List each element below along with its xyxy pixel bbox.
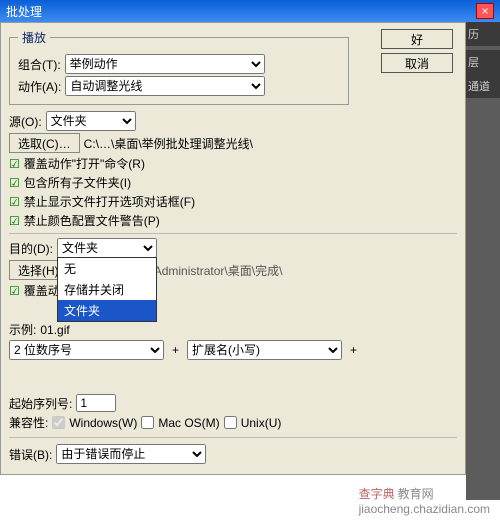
compat-win-checkbox [52, 416, 65, 429]
set-label: 组合(T): [18, 56, 61, 73]
checkbox-icon[interactable]: ☑ [9, 195, 20, 209]
naming-seq-select[interactable]: 2 位数序号 [9, 340, 164, 360]
plus-icon: + [346, 343, 361, 357]
compat-unix-checkbox[interactable] [224, 416, 237, 429]
compat-unix-label[interactable]: Unix(U) [241, 416, 282, 430]
error-label: 错误(B): [9, 446, 52, 463]
plus-icon: + [168, 343, 183, 357]
dest-menu: 无 存储并关闭 文件夹 [57, 257, 157, 322]
example-label: 示例: [9, 321, 36, 338]
dest-label: 目的(D): [9, 240, 53, 257]
right-palette: 历 层 通道 [466, 22, 500, 500]
start-input[interactable] [76, 394, 116, 412]
close-icon[interactable]: × [476, 3, 494, 19]
compat-mac-checkbox[interactable] [141, 416, 154, 429]
dest-menu-save[interactable]: 存储并关闭 [58, 279, 156, 300]
choose-source-button[interactable]: 选取(C)… [9, 133, 80, 153]
tab-layers[interactable]: 层 [466, 50, 500, 74]
checkbox-icon[interactable]: ☑ [9, 176, 20, 190]
naming-ext-select[interactable]: 扩展名(小写) [187, 340, 342, 360]
action-select[interactable]: 自动调整光线 [65, 76, 265, 96]
playback-legend: 播放 [18, 29, 50, 46]
cancel-button[interactable]: 取消 [381, 53, 453, 73]
checkbox-icon[interactable]: ☑ [9, 284, 20, 298]
source-label: 源(O): [9, 113, 42, 130]
example-value: 01.gif [40, 323, 69, 337]
checkbox-icon[interactable]: ☑ [9, 214, 20, 228]
compat-win-label: Windows(W) [69, 416, 137, 430]
dest-select[interactable]: 文件夹 [57, 238, 157, 258]
watermark: 查字典 教育网 jiaocheng.chazidian.com [359, 485, 490, 516]
tab-channels[interactable]: 通道 [466, 74, 500, 98]
set-select[interactable]: 举例动作 [65, 54, 265, 74]
source-path: C:\…\桌面\举例批处理调整光线\ [84, 135, 253, 152]
dest-menu-none[interactable]: 无 [58, 258, 156, 279]
ok-button[interactable]: 好 [381, 29, 453, 49]
dest-menu-folder[interactable]: 文件夹 [58, 300, 156, 321]
cb-override-open[interactable]: 覆盖动作"打开"命令(R) [24, 155, 145, 172]
action-label: 动作(A): [18, 78, 61, 95]
compat-mac-label[interactable]: Mac OS(M) [158, 416, 219, 430]
compat-label: 兼容性: [9, 414, 48, 431]
window-title: 批处理 [6, 3, 42, 20]
tab-history[interactable]: 历 [466, 22, 500, 46]
error-select[interactable]: 由于错误而停止 [56, 444, 206, 464]
source-select[interactable]: 文件夹 [46, 111, 136, 131]
cb-subfolders[interactable]: 包含所有子文件夹(I) [24, 174, 131, 191]
playback-group: 播放 组合(T): 举例动作 动作(A): 自动调整光线 [9, 29, 349, 105]
batch-dialog: 好 取消 播放 组合(T): 举例动作 动作(A): 自动调整光线 源(O): … [0, 22, 466, 475]
checkbox-icon[interactable]: ☑ [9, 157, 20, 171]
start-label: 起始序列号: [9, 395, 72, 412]
cb-suppress-open[interactable]: 禁止显示文件打开选项对话框(F) [24, 193, 195, 210]
cb-suppress-color[interactable]: 禁止颜色配置文件警告(P) [24, 212, 160, 229]
